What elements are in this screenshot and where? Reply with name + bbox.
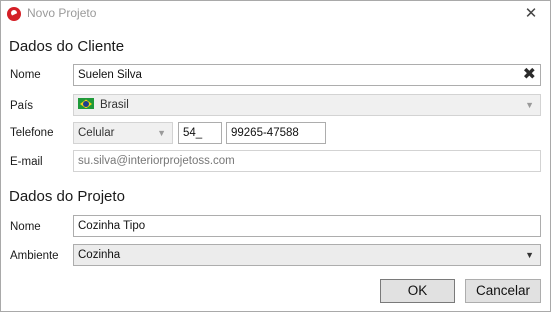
phone-ddd-value: 54_ [183,127,203,139]
environment-select[interactable]: Cozinha ▼ [73,244,541,266]
window-title: Novo Projeto [27,6,97,20]
phone-label: Telefone [10,127,54,139]
phone-type-value: Celular [78,127,115,139]
phone-type-select[interactable]: Celular ▼ [73,122,173,144]
environment-label: Ambiente [10,250,59,262]
dialog-window: Novo Projeto ✕ Dados do Cliente Nome Sue… [0,0,551,312]
email-value: su.silva@interiorprojetoss.com [78,155,235,167]
clear-x-icon[interactable]: ✖ [523,66,536,84]
environment-value: Cozinha [78,249,121,261]
client-name-field[interactable]: Suelen Silva ✖ [73,64,541,86]
title-bar: Novo Projeto ✕ [1,1,550,29]
close-icon[interactable]: ✕ [522,5,540,23]
brazil-flag-icon [78,98,94,110]
country-value: Brasil [100,99,129,111]
chevron-down-icon: ▼ [157,128,166,138]
project-name-value: Cozinha Tipo [78,220,146,232]
client-name-value: Suelen Silva [78,69,142,81]
country-select[interactable]: Brasil ▼ [73,94,541,116]
phone-number-value: 99265-47588 [231,127,299,139]
phone-ddd-field[interactable]: 54_ [178,122,222,144]
country-label: País [10,100,34,112]
phone-number-field[interactable]: 99265-47588 [226,122,326,144]
project-name-label: Nome [10,221,41,233]
section-title-projeto: Dados do Projeto [9,188,125,205]
chevron-down-icon: ▼ [525,100,534,110]
cancel-button[interactable]: Cancelar [465,279,541,303]
client-name-label: Nome [10,69,41,81]
section-title-cliente: Dados do Cliente [9,38,125,55]
email-label: E-mail [10,156,43,168]
email-field[interactable]: su.silva@interiorprojetoss.com [73,150,541,172]
ok-button[interactable]: OK [380,279,455,303]
chevron-down-icon: ▼ [525,250,534,260]
app-logo-icon [7,7,21,21]
project-name-field[interactable]: Cozinha Tipo [73,215,541,237]
